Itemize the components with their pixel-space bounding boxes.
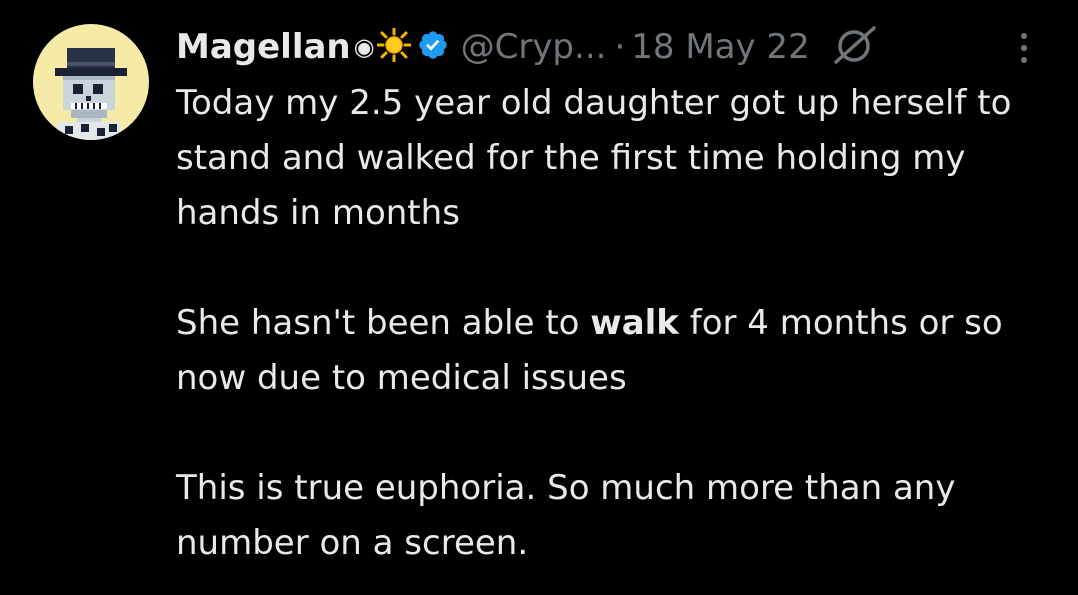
tweet-text-bold: walk	[590, 303, 679, 343]
author-handle[interactable]: @Cryp...	[461, 27, 607, 67]
tweet-date[interactable]: 18 May 22	[631, 27, 809, 67]
more-vertical-icon[interactable]	[1012, 30, 1036, 66]
tweet-paragraph: She hasn't been able to walk for 4 month…	[176, 296, 1056, 406]
avatar[interactable]	[33, 24, 149, 140]
grok-icon[interactable]	[832, 25, 878, 69]
tweet-text: She hasn't been able to	[176, 303, 591, 343]
tweet-paragraph: Today my 2.5 year old daughter got up he…	[176, 83, 1012, 233]
display-name[interactable]: Magellan	[176, 27, 351, 67]
separator-dot: ·	[614, 27, 626, 67]
pixel-skull-avatar-icon	[33, 24, 149, 140]
verified-badge-icon[interactable]	[417, 29, 449, 65]
tweet-body: Today my 2.5 year old daughter got up he…	[176, 76, 1056, 571]
tweet: Magellan ◉ @Cryp... · 18 May 22 Today my…	[0, 0, 1078, 595]
tweet-paragraph: This is true euphoria. So much more than…	[176, 468, 956, 563]
sun-emoji-icon	[376, 27, 412, 66]
tweet-header: Magellan ◉ @Cryp... · 18 May 22	[176, 22, 878, 72]
name-emoji: ◉	[353, 33, 375, 61]
